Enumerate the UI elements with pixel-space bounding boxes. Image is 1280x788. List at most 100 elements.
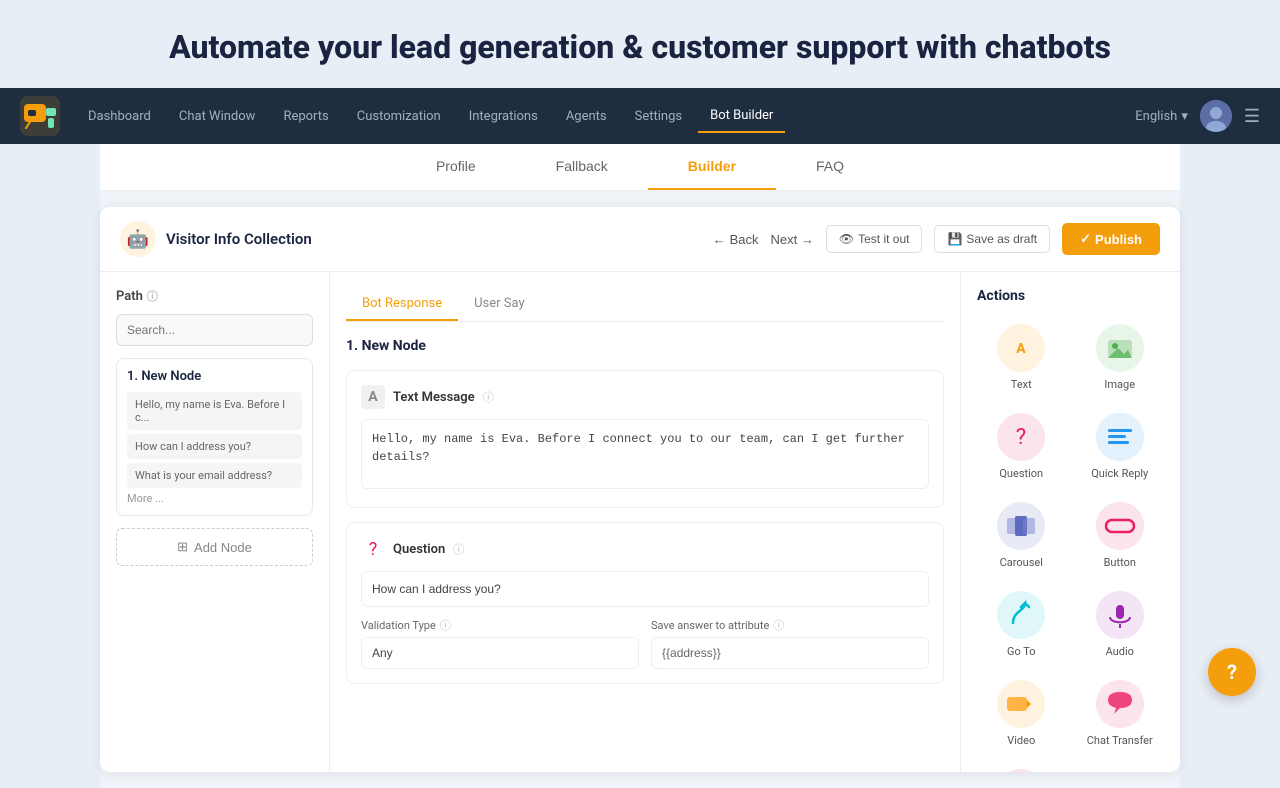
nav-item-agents[interactable]: Agents [554, 101, 619, 132]
save-attribute-label: Save answer to attribute ⓘ [651, 617, 929, 633]
action-image-label: Image [1104, 378, 1135, 391]
nav-item-reports[interactable]: Reports [271, 101, 340, 132]
node-message-0: Hello, my name is Eva. Before I c... [127, 392, 302, 430]
text-message-header: A Text Message ⓘ [361, 385, 929, 409]
action-quick-reply[interactable]: Quick Reply [1076, 407, 1165, 486]
path-title: Path ⓘ [116, 288, 313, 304]
nav-language-selector[interactable]: English ▾ [1135, 109, 1188, 124]
publish-button[interactable]: ✓ Publish [1062, 223, 1160, 255]
nav-item-customization[interactable]: Customization [345, 101, 453, 132]
nav-menu-icon[interactable]: ☰ [1244, 106, 1260, 127]
path-info-icon: ⓘ [147, 288, 158, 304]
action-quick-reply-icon [1096, 413, 1144, 461]
action-audio-icon [1096, 591, 1144, 639]
bot-card: 🤖 Visitor Info Collection ← Back Next → … [100, 207, 1180, 772]
action-button-icon [1096, 502, 1144, 550]
main-content: Profile Fallback Builder FAQ 🤖 Visitor I… [0, 144, 1280, 788]
page-tab-bar: Profile Fallback Builder FAQ [396, 144, 884, 190]
text-message-input[interactable]: Hello, my name is Eva. Before I connect … [361, 419, 929, 489]
add-node-button[interactable]: ⊞ Add Node [116, 528, 313, 566]
text-message-block: A Text Message ⓘ Hello, my name is Eva. … [346, 370, 944, 508]
action-chat-transfer-label: Chat Transfer [1087, 734, 1153, 747]
action-audio[interactable]: Audio [1076, 585, 1165, 664]
action-question-label: Question [999, 467, 1043, 480]
three-col-layout: Path ⓘ 1. New Node Hello, my name is Eva… [100, 272, 1180, 772]
action-text[interactable]: A Text [977, 318, 1066, 397]
next-button[interactable]: Next → [771, 232, 814, 247]
action-carousel[interactable]: Carousel [977, 496, 1066, 575]
save-attribute-group: Save answer to attribute ⓘ [651, 617, 929, 669]
action-video-label: Video [1007, 734, 1035, 747]
action-api-plugin-icon [997, 769, 1045, 772]
question-form-row: Validation Type ⓘ Any Save answer to att… [361, 617, 929, 669]
question-info: ⓘ [453, 541, 464, 557]
nav-item-bot-builder[interactable]: Bot Builder [698, 100, 785, 133]
action-video[interactable]: Video [977, 674, 1066, 753]
node-message-1: How can I address you? [127, 434, 302, 459]
bot-name: Visitor Info Collection [166, 230, 312, 248]
question-header: ? Question ⓘ [361, 537, 929, 561]
action-carousel-label: Carousel [1000, 556, 1043, 569]
action-video-icon [997, 680, 1045, 728]
action-chat-transfer-icon [1096, 680, 1144, 728]
navbar-logo [20, 96, 60, 136]
nav-item-settings[interactable]: Settings [623, 101, 694, 132]
tab-builder[interactable]: Builder [648, 144, 776, 190]
search-input[interactable] [116, 314, 313, 346]
resp-tab-user-say[interactable]: User Say [458, 288, 541, 321]
action-quick-reply-label: Quick Reply [1091, 467, 1148, 480]
tab-profile[interactable]: Profile [396, 144, 516, 190]
tab-faq[interactable]: FAQ [776, 144, 884, 190]
text-message-icon: A [361, 385, 385, 409]
save-draft-button[interactable]: 💾 Save as draft [934, 225, 1050, 253]
action-api-plugin[interactable]: API Plugin [977, 763, 1066, 772]
question-title: Question [393, 542, 445, 557]
node-title: 1. New Node [127, 369, 302, 384]
action-goto-icon [997, 591, 1045, 639]
header-actions: ← Back Next → 👁 Test it out 💾 Save as dr… [713, 223, 1160, 255]
action-button[interactable]: Button [1076, 496, 1165, 575]
question-icon: ? [361, 537, 385, 561]
right-panel: Actions A Text [960, 272, 1180, 772]
action-question-icon: ? [997, 413, 1045, 461]
validation-type-label: Validation Type ⓘ [361, 617, 639, 633]
validation-type-group: Validation Type ⓘ Any [361, 617, 639, 669]
svg-text:?: ? [1016, 425, 1026, 450]
actions-grid: A Text Image [977, 318, 1164, 772]
action-question[interactable]: ? Question [977, 407, 1066, 486]
test-button[interactable]: 👁 Test it out [826, 225, 923, 253]
nav-item-dashboard[interactable]: Dashboard [76, 101, 163, 132]
action-goto[interactable]: Go To [977, 585, 1066, 664]
nav-item-chat-window[interactable]: Chat Window [167, 101, 268, 132]
action-audio-label: Audio [1106, 645, 1134, 658]
question-input[interactable] [361, 571, 929, 607]
action-image[interactable]: Image [1076, 318, 1165, 397]
action-image-icon [1096, 324, 1144, 372]
action-button-label: Button [1104, 556, 1136, 569]
text-message-title: Text Message [393, 390, 475, 405]
nav-avatar[interactable] [1200, 100, 1232, 132]
help-button[interactable]: ? [1208, 648, 1256, 696]
actions-title: Actions [977, 288, 1164, 304]
node-message-2: What is your email address? [127, 463, 302, 488]
bot-icon: 🤖 [120, 221, 156, 257]
validation-type-select[interactable]: Any [361, 637, 639, 669]
question-block: ? Question ⓘ Validation Type ⓘ [346, 522, 944, 684]
action-chat-transfer[interactable]: Chat Transfer [1076, 674, 1165, 753]
back-button[interactable]: ← Back [713, 232, 759, 247]
bot-card-header: 🤖 Visitor Info Collection ← Back Next → … [100, 207, 1180, 272]
action-carousel-icon [997, 502, 1045, 550]
left-panel: Path ⓘ 1. New Node Hello, my name is Eva… [100, 272, 330, 772]
node-heading: 1. New Node [346, 338, 944, 354]
tab-fallback[interactable]: Fallback [516, 144, 648, 190]
nav-right: English ▾ ☰ [1135, 100, 1260, 132]
action-text-label: Text [1011, 378, 1032, 391]
builder-area: 🤖 Visitor Info Collection ← Back Next → … [100, 191, 1180, 788]
nav-items: Dashboard Chat Window Reports Customizat… [76, 100, 1135, 133]
nav-item-integrations[interactable]: Integrations [457, 101, 550, 132]
resp-tab-bot-response[interactable]: Bot Response [346, 288, 458, 321]
action-goto-label: Go To [1007, 645, 1036, 658]
hero-title: Automate your lead generation & customer… [20, 28, 1260, 66]
middle-panel: Bot Response User Say 1. New Node A Text… [330, 272, 960, 772]
save-attribute-input[interactable] [651, 637, 929, 669]
